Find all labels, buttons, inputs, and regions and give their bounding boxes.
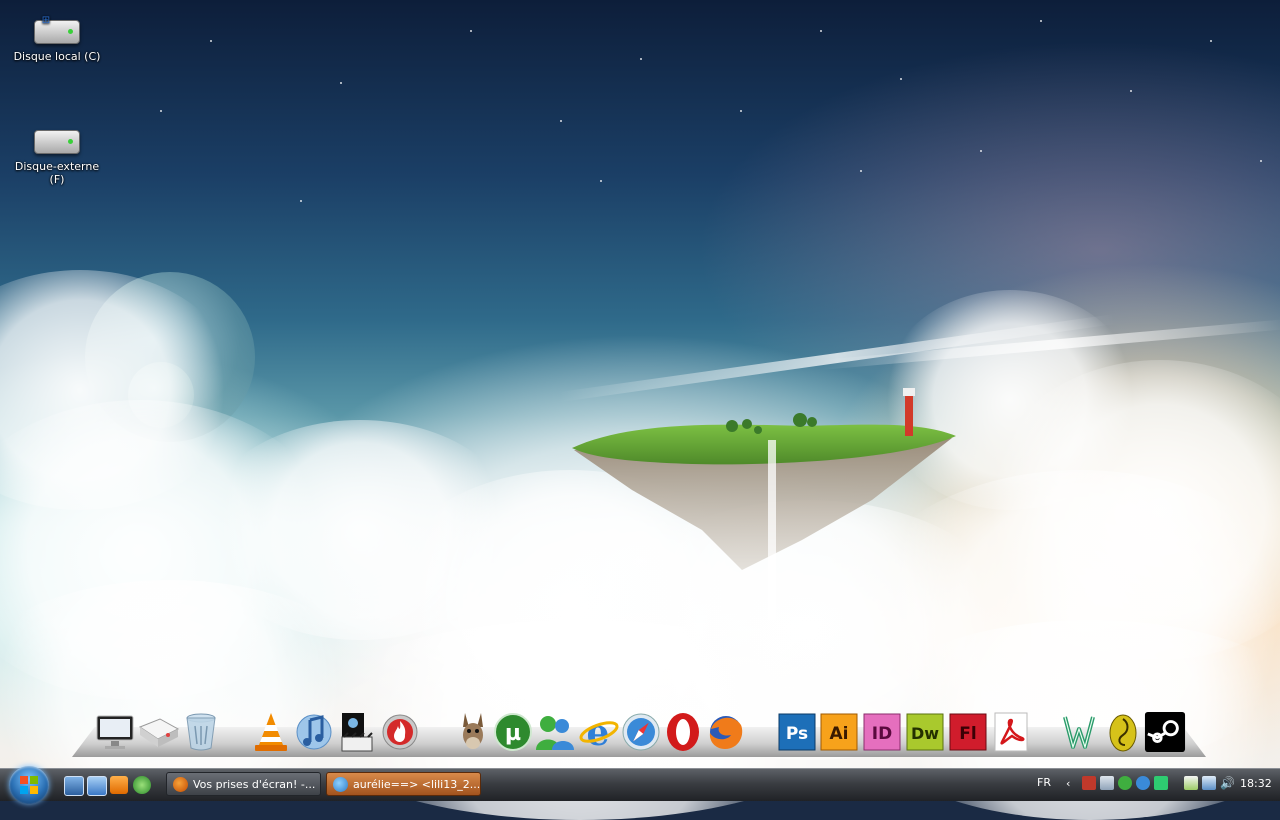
msn-icon: [333, 777, 348, 792]
traffic-cone-icon: [255, 713, 287, 751]
dock-item-safari[interactable]: [620, 710, 662, 754]
svg-text:Ai: Ai: [830, 724, 849, 744]
clock[interactable]: 18:32: [1240, 777, 1272, 791]
firefox-icon: [709, 716, 743, 749]
show-desktop-icon[interactable]: [64, 776, 84, 796]
monitor-icon: [96, 715, 134, 749]
dock-item-flash[interactable]: Fl: [947, 710, 989, 754]
dock-item-firefox[interactable]: [705, 710, 747, 754]
taskbar-button-label: aurélie==> <lili13_2...: [353, 778, 481, 791]
mu-icon: µ: [494, 713, 532, 751]
media-player-icon[interactable]: [110, 776, 128, 794]
egg-icon: [1109, 714, 1137, 752]
dock-item-photoshop[interactable]: Ps: [776, 710, 818, 754]
dock-item-illustrator[interactable]: Ai: [818, 710, 860, 754]
desktop-icon-label: Disque local (C): [13, 50, 101, 63]
dw-icon: Dw: [906, 713, 944, 751]
dock-item-utorrent[interactable]: µ: [492, 710, 534, 754]
tray-safely-remove-icon[interactable]: [1136, 776, 1150, 790]
dock-item-nero[interactable]: [379, 710, 421, 754]
tray-wifi-icon[interactable]: [1100, 776, 1114, 790]
music-note-icon: [296, 714, 332, 750]
svg-text:Ps: Ps: [786, 724, 808, 744]
flame-icon: [382, 714, 418, 750]
tray-antivirus-icon[interactable]: [1082, 776, 1096, 790]
opera-o-icon: [667, 713, 699, 751]
dock-item-acrobat[interactable]: [990, 710, 1032, 754]
trash-icon: [186, 713, 216, 751]
taskbar-button-msn-conversation[interactable]: aurélie==> <lili13_2...: [326, 772, 481, 796]
clapperboard-icon: [341, 713, 373, 752]
tray-expand-chevron-icon[interactable]: ‹: [1066, 777, 1070, 791]
switch-windows-icon[interactable]: [87, 776, 107, 796]
dock-item-internet-explorer[interactable]: e: [578, 710, 620, 754]
w-icon: [1063, 716, 1095, 750]
tray-power-icon[interactable]: [1184, 776, 1198, 790]
dock-item-computer[interactable]: [94, 710, 136, 754]
ps-icon: Ps: [778, 713, 816, 751]
svg-text:ID: ID: [872, 724, 892, 744]
steam-icon: [1144, 711, 1186, 753]
tray-green-app-icon[interactable]: [1154, 776, 1168, 790]
svg-text:µ: µ: [505, 721, 521, 746]
dock-item-wordpad[interactable]: [1058, 710, 1100, 754]
acrobat-icon: [994, 712, 1028, 752]
tray-volume-icon[interactable]: 🔊: [1220, 776, 1235, 790]
drive-icon: [138, 718, 180, 747]
dock-item-vlc[interactable]: [250, 710, 292, 754]
floating-island: [572, 388, 956, 620]
hard-drive-icon: ⊞: [34, 15, 80, 44]
taskbar-button-label: Vos prises d'écran! -...: [193, 778, 316, 791]
dock-item-network-drive[interactable]: [138, 710, 180, 754]
dock-item-itunes[interactable]: [293, 710, 335, 754]
donkey-icon: [463, 713, 483, 749]
id-icon: ID: [863, 713, 901, 751]
desktop-icon-disque-local[interactable]: ⊞ Disque local (C): [7, 15, 107, 63]
windows-logo-icon: [20, 776, 38, 794]
language-indicator[interactable]: FR: [1037, 776, 1051, 790]
svg-text:e: e: [587, 712, 610, 752]
desktop-icon-disque-externe[interactable]: Disque-externe (F): [7, 130, 107, 186]
dock-item-recycle-bin[interactable]: [180, 710, 222, 754]
ai-icon: Ai: [820, 713, 858, 751]
compass-icon: [622, 713, 660, 751]
dock-item-dreamweaver[interactable]: Dw: [904, 710, 946, 754]
hard-drive-icon: [34, 130, 80, 154]
dock-item-msn[interactable]: [534, 710, 576, 754]
start-button[interactable]: [9, 766, 49, 804]
media-center-icon[interactable]: [133, 776, 151, 794]
fl-icon: Fl: [949, 713, 987, 751]
tray-msn-icon[interactable]: [1118, 776, 1132, 790]
dock-item-alien[interactable]: [1102, 710, 1144, 754]
dock-item-steam[interactable]: [1144, 710, 1186, 754]
dock-item-emule[interactable]: [452, 710, 494, 754]
dock-item-indesign[interactable]: ID: [861, 710, 903, 754]
desktop-icon-label: Disque-externe (F): [14, 160, 100, 186]
tray-network-icon[interactable]: [1202, 776, 1216, 790]
dock-item-opera[interactable]: [662, 710, 704, 754]
firefox-icon: [173, 777, 188, 792]
svg-text:Fl: Fl: [959, 724, 976, 744]
dock-item-movie-maker[interactable]: [336, 710, 378, 754]
svg-text:Dw: Dw: [911, 724, 939, 743]
taskbar-button-firefox[interactable]: Vos prises d'écran! -...: [166, 772, 321, 796]
ie-icon: e: [579, 712, 619, 752]
buddies-icon: [536, 716, 574, 750]
